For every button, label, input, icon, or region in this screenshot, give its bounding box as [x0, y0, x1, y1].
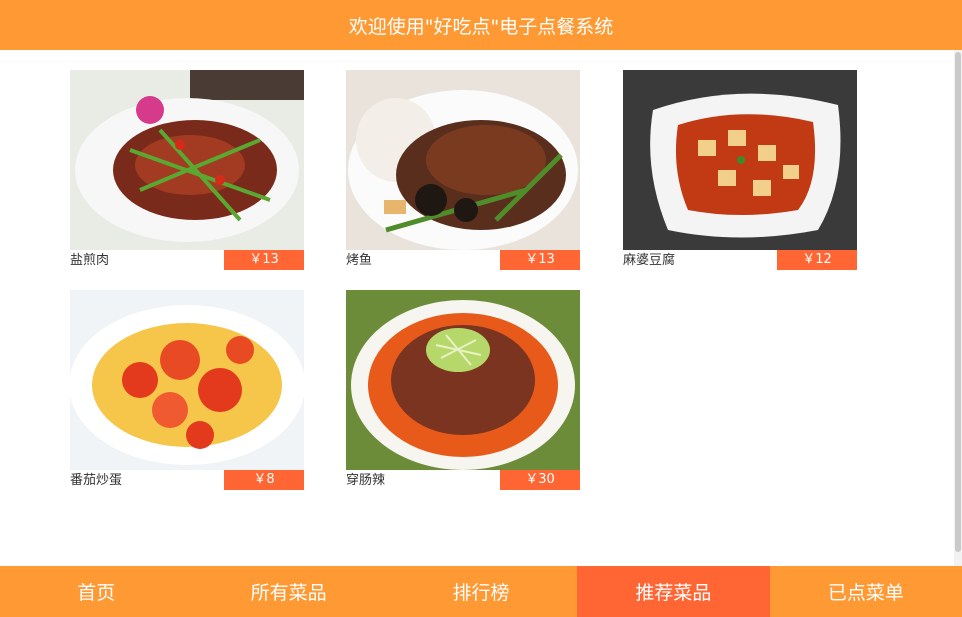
- mapo-tofu-icon: [623, 70, 857, 250]
- nav-ranking[interactable]: 排行榜: [385, 566, 577, 617]
- stir-fried-pork-icon: [70, 70, 304, 250]
- dish-price: ￥13: [500, 250, 580, 270]
- dish-name: 番茄炒蛋: [70, 473, 123, 488]
- nav-home[interactable]: 首页: [0, 566, 192, 617]
- nav-recommended[interactable]: 推荐菜品: [577, 566, 770, 617]
- dish-price: ￥8: [224, 470, 304, 490]
- nav-all-dishes[interactable]: 所有菜品: [192, 566, 384, 617]
- dish-image[interactable]: [70, 70, 304, 250]
- dish-name: 烤鱼: [346, 253, 373, 268]
- dish-card[interactable]: 番茄炒蛋 ￥8: [70, 290, 304, 490]
- dish-name: 盐煎肉: [70, 253, 110, 268]
- dish-price: ￥30: [500, 470, 580, 490]
- dish-card[interactable]: 麻婆豆腐 ￥12: [623, 70, 857, 270]
- scrollbar-thumb[interactable]: [955, 52, 961, 552]
- dish-price: ￥12: [777, 250, 857, 270]
- app-header: 欢迎使用"好吃点"电子点餐系统: [0, 0, 962, 50]
- dish-name: 穿肠辣: [346, 473, 386, 488]
- grilled-fish-icon: [346, 70, 580, 250]
- spicy-minced-meat-icon: [346, 290, 580, 470]
- dish-price: ￥13: [224, 250, 304, 270]
- dish-card[interactable]: 烤鱼 ￥13: [346, 70, 580, 270]
- tomato-egg-icon: [70, 290, 304, 470]
- dish-image[interactable]: [346, 290, 580, 470]
- dish-image[interactable]: [70, 290, 304, 470]
- nav-ordered-list[interactable]: 已点菜单: [770, 566, 962, 617]
- dish-card[interactable]: 穿肠辣 ￥30: [346, 290, 580, 490]
- bottom-nav: 首页 所有菜品 排行榜 推荐菜品 已点菜单: [0, 566, 962, 617]
- dish-image[interactable]: [623, 70, 857, 250]
- dish-name: 麻婆豆腐: [623, 253, 676, 268]
- dish-card[interactable]: 盐煎肉 ￥13: [70, 70, 304, 270]
- dish-image[interactable]: [346, 70, 580, 250]
- app-title: 欢迎使用"好吃点"电子点餐系统: [348, 15, 614, 38]
